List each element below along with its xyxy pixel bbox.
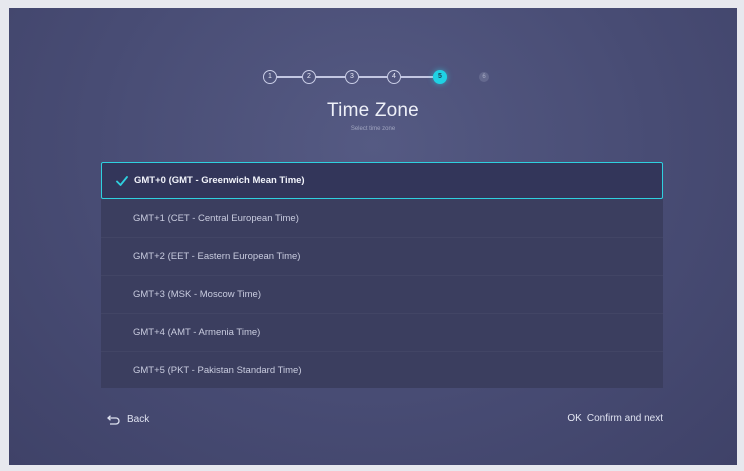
page-title: Time Zone — [327, 100, 419, 121]
step-4: 4 — [387, 70, 401, 84]
back-arrow-icon — [107, 414, 120, 425]
check-icon — [116, 175, 128, 186]
step-connector — [359, 76, 387, 78]
timezone-option-gmt2[interactable]: GMT+2 (EET - Eastern European Time) — [101, 238, 663, 275]
timezone-option-gmt0[interactable]: GMT+0 (GMT - Greenwich Mean Time) — [101, 162, 663, 199]
confirm-label: Confirm and next — [586, 413, 663, 424]
timezone-option-gmt5[interactable]: GMT+5 (PKT - Pakistan Standard Time) — [101, 352, 663, 389]
timezone-option-label: GMT+4 (AMT - Armenia Time) — [133, 327, 261, 338]
timezone-option-gmt3[interactable]: GMT+3 (MSK - Moscow Time) — [101, 276, 663, 313]
step-connector — [277, 76, 302, 78]
timezone-option-label: GMT+1 (CET - Central European Time) — [133, 213, 299, 224]
step-1: 1 — [263, 70, 277, 84]
step-5-current: 5 — [433, 70, 447, 84]
timezone-list: GMT+0 (GMT - Greenwich Mean Time) GMT+1 … — [101, 162, 663, 388]
back-button[interactable]: Back — [107, 414, 149, 425]
timezone-option-gmt1[interactable]: GMT+1 (CET - Central European Time) — [101, 200, 663, 237]
timezone-option-label: GMT+3 (MSK - Moscow Time) — [133, 289, 261, 300]
back-label: Back — [127, 414, 150, 425]
step-6: 6 — [479, 72, 489, 82]
ok-key-icon: OK — [567, 413, 582, 424]
setup-stepper: 1 2 3 4 5 6 — [9, 70, 737, 86]
timezone-option-label: GMT+5 (PKT - Pakistan Standard Time) — [133, 365, 302, 376]
step-3: 3 — [345, 70, 359, 84]
timezone-option-label: GMT+0 (GMT - Greenwich Mean Time) — [134, 175, 305, 186]
timezone-option-gmt4[interactable]: GMT+4 (AMT - Armenia Time) — [101, 314, 663, 351]
step-connector — [316, 76, 345, 78]
step-connector — [401, 76, 433, 78]
timezone-option-label: GMT+2 (EET - Eastern European Time) — [133, 251, 301, 262]
page-subtitle: Select time zone — [350, 126, 396, 132]
confirm-next-button[interactable]: OK Confirm and next — [567, 413, 663, 424]
setup-screen: 1 2 3 4 5 6 Time Zone Select time zone G… — [9, 8, 737, 465]
step-2: 2 — [302, 70, 316, 84]
